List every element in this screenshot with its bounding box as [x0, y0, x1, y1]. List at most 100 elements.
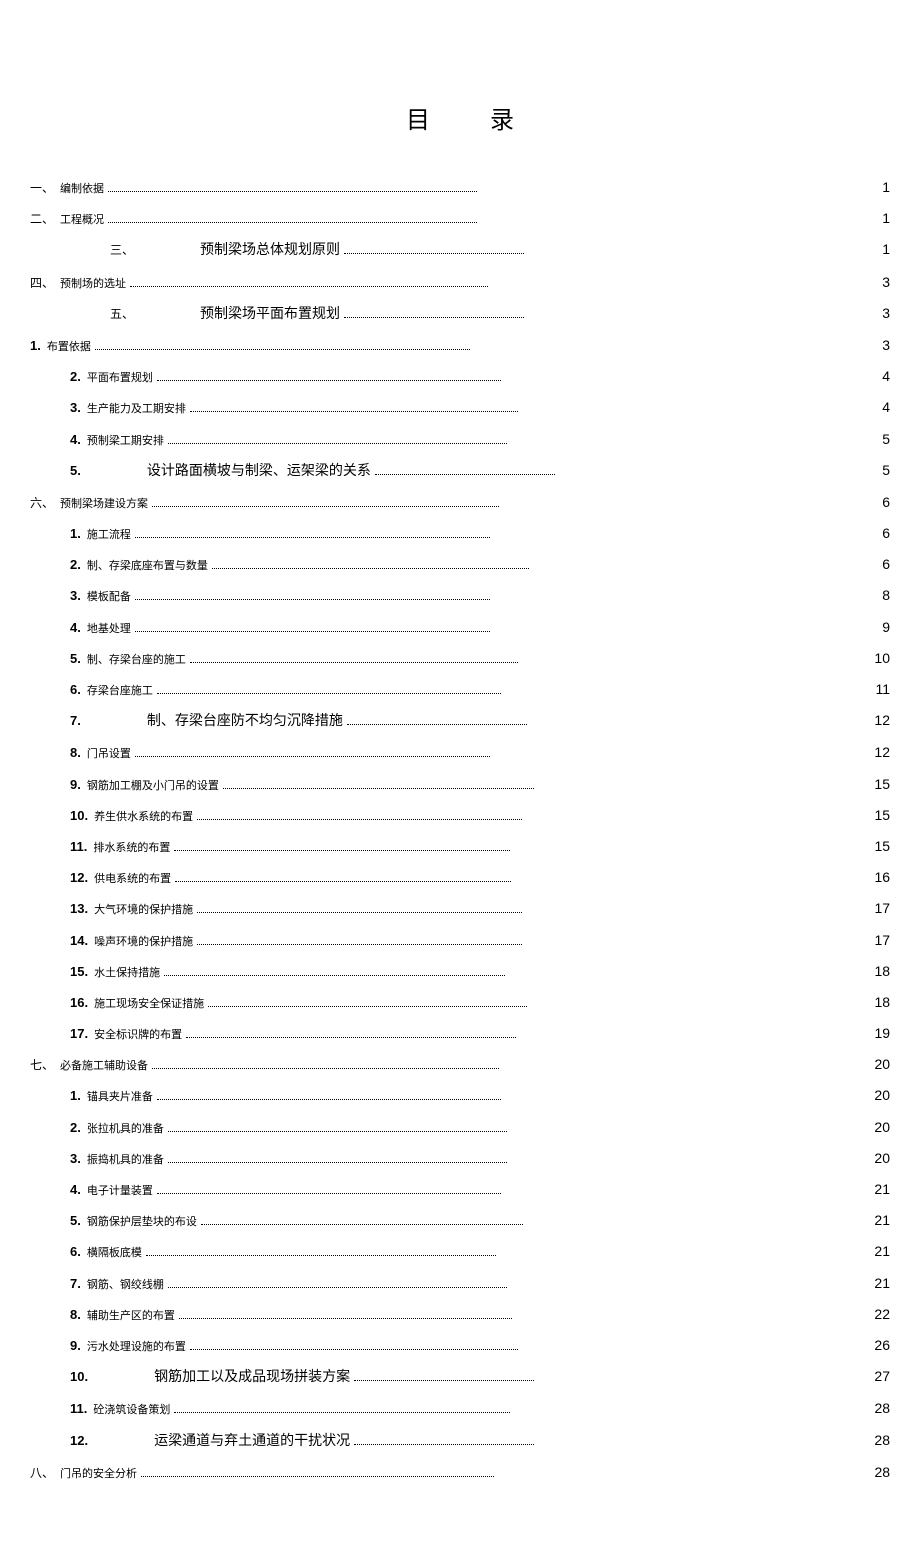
toc-leader — [174, 1403, 510, 1414]
toc-entry: 4.预制梁工期安排5 — [30, 427, 890, 452]
toc-entry-number: 4. — [70, 1178, 81, 1201]
toc-entry-label: 施工流程 — [87, 526, 131, 546]
toc-entry-number: 7. — [70, 709, 81, 732]
toc-leader — [146, 1246, 496, 1257]
toc-entry-page: 16 — [850, 865, 890, 890]
toc-entry: 六、预制梁场建设方案 6 — [30, 490, 890, 515]
toc-leader — [168, 1277, 507, 1288]
toc-leader — [201, 1214, 524, 1225]
toc-entry: 8.辅助生产区的布置22 — [30, 1302, 890, 1327]
toc-entry: 1.施工流程6 — [30, 521, 890, 546]
toc-entry-number: 5. — [70, 459, 81, 482]
toc-leader — [157, 1183, 502, 1194]
toc-entry-page: 15 — [850, 772, 890, 797]
toc-entry-number: 一、 — [30, 178, 54, 200]
toc-entry-page: 20 — [850, 1083, 890, 1108]
toc-leader — [108, 212, 477, 223]
toc-entry: 三、预制梁场总体规划原则1 — [30, 237, 890, 263]
toc-entry-label: 供电系统的布置 — [94, 870, 171, 890]
toc-entry-label: 门吊的安全分析 — [60, 1465, 137, 1485]
toc-entry: 七、必备施工辅助设备20 — [30, 1052, 890, 1077]
toc-leader — [135, 590, 491, 601]
toc-entry: 2.平面布置规划4 — [30, 364, 890, 389]
toc-entry-label: 预制梁工期安排 — [87, 432, 164, 452]
toc-entry: 3.振捣机具的准备20 — [30, 1146, 890, 1171]
toc-entry-number: 四、 — [30, 273, 54, 295]
page-title: 目录 — [30, 100, 890, 135]
toc-entry-number: 15. — [70, 960, 88, 983]
toc-entry: 5.制、存梁台座的施工10 — [30, 646, 890, 671]
toc-entry-number: 2. — [70, 553, 81, 576]
toc-entry: 5.设计路面横坡与制梁、运架梁的关系5 — [30, 458, 890, 484]
toc-entry-number: 8. — [70, 741, 81, 764]
toc-entry-number: 五、 — [110, 304, 134, 326]
toc-entry: 二、工程概况1 — [30, 206, 890, 231]
toc-leader — [174, 840, 510, 851]
toc-entry-label: 布置依据 — [47, 338, 91, 358]
toc-entry-label: 预制梁场建设方案 — [60, 495, 148, 515]
toc-leader — [197, 903, 521, 914]
toc-entry: 15.水土保持措施18 — [30, 959, 890, 984]
toc-entry-label: 存梁台座施工 — [87, 682, 153, 702]
toc-entry-label: 钢筋保护层垫块的布设 — [87, 1213, 197, 1233]
toc-entry-label: 辅助生产区的布置 — [87, 1307, 175, 1327]
toc-entry: 11.砼浇筑设备策划28 — [30, 1396, 890, 1421]
toc-entry-number: 16. — [70, 991, 88, 1014]
toc-leader — [152, 1058, 499, 1069]
toc-entry-page: 18 — [850, 990, 890, 1015]
toc-entry: 1.布置依据3 — [30, 333, 890, 358]
toc-entry-page: 21 — [850, 1271, 890, 1296]
toc-entry-number: 9. — [70, 773, 81, 796]
toc-entry-label: 制、存梁台座防不均匀沉降措施 — [147, 709, 343, 734]
toc-entry-page: 6 — [850, 490, 890, 515]
toc-leader — [130, 276, 488, 287]
toc-entry-label: 平面布置规划 — [87, 369, 153, 389]
toc-entry-label: 预制梁场平面布置规划 — [200, 302, 340, 327]
toc-entry-page: 1 — [850, 175, 890, 200]
toc-entry-page: 17 — [850, 896, 890, 921]
toc-entry-number: 13. — [70, 897, 88, 920]
toc-leader — [168, 1152, 507, 1163]
toc-entry-page: 21 — [850, 1239, 890, 1264]
toc-entry-label: 运梁通道与弃土通道的干扰状况 — [154, 1429, 350, 1454]
toc-entry-label: 安全标识牌的布置 — [94, 1026, 182, 1046]
toc-entry: 6.存梁台座施工11 — [30, 677, 890, 702]
toc-entry-page: 3 — [850, 270, 890, 295]
toc-leader — [208, 996, 527, 1007]
toc-leader — [197, 934, 521, 945]
toc-entry-number: 3. — [70, 396, 81, 419]
toc-entry: 9. 钢筋加工棚及小门吊的设置 15 — [30, 772, 890, 797]
toc-entry-page: 8 — [850, 583, 890, 608]
toc-leader — [344, 244, 524, 255]
toc-entry: 13.大气环境的保护措施17 — [30, 896, 890, 921]
toc-entry: 10.钢筋加工以及成品现场拼装方案27 — [30, 1364, 890, 1390]
toc-entry: 7.钢筋、钢绞线棚21 — [30, 1271, 890, 1296]
toc-entry: 4.地基处理9 — [30, 615, 890, 640]
toc-entry-page: 18 — [850, 959, 890, 984]
toc-entry-page: 1 — [850, 237, 890, 262]
toc-entry-number: 10. — [70, 804, 88, 827]
toc-entry-label: 生产能力及工期安排 — [87, 400, 186, 420]
toc-entry-number: 六、 — [30, 493, 54, 515]
toc-entry-label: 制、存梁台座的施工 — [87, 651, 186, 671]
toc-entry-label: 必备施工辅助设备 — [60, 1057, 148, 1077]
toc-leader — [175, 871, 510, 882]
toc-leader — [179, 1308, 513, 1319]
toc-entry: 8.门吊设置12 — [30, 740, 890, 765]
toc-entry: 2.制、存梁底座布置与数量6 — [30, 552, 890, 577]
toc-entry-number: 8. — [70, 1303, 81, 1326]
toc-entry-page: 21 — [850, 1208, 890, 1233]
toc-entry-number: 三、 — [110, 240, 134, 262]
toc-entry-label: 预制场的选址 — [60, 275, 126, 295]
toc-entry-page: 12 — [850, 740, 890, 765]
toc-entry-page: 4 — [850, 364, 890, 389]
toc-entry-number: 1. — [70, 522, 81, 545]
toc-entry: 6.横隔板底模21 — [30, 1239, 890, 1264]
toc-leader — [186, 1027, 516, 1038]
toc-entry-label: 地基处理 — [87, 620, 131, 640]
toc-entry-label: 钢筋加工棚及小门吊的设置 — [87, 777, 219, 797]
toc-entry-page: 26 — [850, 1333, 890, 1358]
toc-entry: 12.供电系统的布置16 — [30, 865, 890, 890]
toc-entry-page: 1 — [850, 206, 890, 231]
toc-entry-page: 6 — [850, 552, 890, 577]
